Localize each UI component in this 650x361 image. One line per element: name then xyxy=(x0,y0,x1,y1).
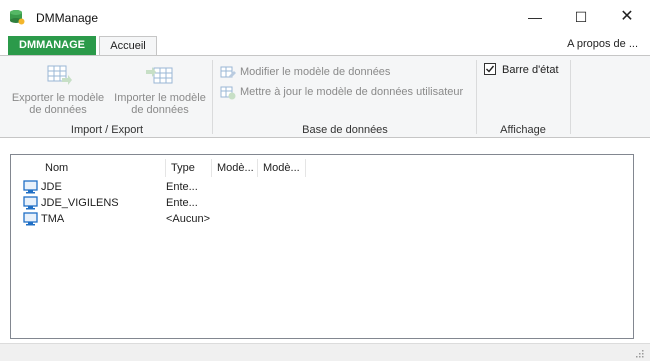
update-model-icon xyxy=(220,84,236,100)
computer-icon xyxy=(23,180,39,194)
title-bar: DMManage — ☐ ✕ xyxy=(0,0,650,34)
tab-dmmanage[interactable]: DMMANAGE xyxy=(8,36,96,55)
column-divider[interactable] xyxy=(305,159,306,177)
status-bar-label: Barre d'état xyxy=(502,64,559,76)
row-type: <Aucun> xyxy=(166,213,211,225)
group-label-display: Affichage xyxy=(500,124,546,136)
import-model-button[interactable]: Importer le modèle de données xyxy=(112,60,208,120)
ribbon-tab-strip: DMMANAGE Accueil A propos de ... xyxy=(0,34,650,55)
group-label-database: Base de données xyxy=(302,124,388,136)
group-separator xyxy=(570,60,571,134)
list-item[interactable]: JDE Ente... xyxy=(11,180,631,194)
update-user-model-button[interactable]: Mettre à jour le modèle de données utili… xyxy=(220,83,463,101)
row-name: JDE_VIGILENS xyxy=(41,197,119,209)
import-label-line1: Importer le modèle xyxy=(114,92,206,104)
row-name: JDE xyxy=(41,181,62,193)
about-link[interactable]: A propos de ... xyxy=(567,38,638,50)
status-bar-checkbox[interactable] xyxy=(484,63,496,75)
row-type: Ente... xyxy=(166,197,198,209)
export-model-button[interactable]: Exporter le modèle de données xyxy=(6,60,110,120)
computer-icon xyxy=(23,196,39,210)
row-type: Ente... xyxy=(166,181,198,193)
column-header-type[interactable]: Type xyxy=(165,159,211,177)
ribbon: Exporter le modèle de données Importer l… xyxy=(0,55,650,138)
main-content: Nom Type Modè... Modè... JDE Ente... JDE… xyxy=(0,138,650,343)
update-model-label: Mettre à jour le modèle de données utili… xyxy=(240,86,464,98)
export-label-line1: Exporter le modèle xyxy=(11,92,105,104)
list-item[interactable]: JDE_VIGILENS Ente... xyxy=(11,196,631,210)
minimize-button[interactable]: — xyxy=(512,0,558,34)
export-table-icon xyxy=(44,64,72,86)
group-separator xyxy=(212,60,213,134)
import-table-icon xyxy=(146,64,174,86)
model-list[interactable]: Nom Type Modè... Modè... JDE Ente... JDE… xyxy=(10,154,634,339)
group-separator xyxy=(476,60,477,134)
export-label-line2: de données xyxy=(29,104,87,116)
tab-accueil[interactable]: Accueil xyxy=(99,36,157,55)
resize-grip-icon[interactable] xyxy=(634,348,644,358)
import-label-line2: de données xyxy=(131,104,189,116)
modify-model-label: Modifier le modèle de données xyxy=(240,66,391,78)
status-bar xyxy=(0,343,650,361)
group-label-import-export: Import / Export xyxy=(70,124,144,136)
modify-model-icon xyxy=(220,64,236,80)
row-name: TMA xyxy=(41,213,65,225)
modify-model-button[interactable]: Modifier le modèle de données xyxy=(220,63,390,81)
close-button[interactable]: ✕ xyxy=(604,0,650,34)
column-header-model-1[interactable]: Modè... xyxy=(211,159,257,177)
list-item[interactable]: TMA <Aucun> xyxy=(11,212,631,226)
window-title: DMManage xyxy=(36,11,99,25)
computer-icon xyxy=(23,212,39,226)
column-header-name[interactable]: Nom xyxy=(39,159,165,177)
database-app-icon xyxy=(9,9,25,25)
status-bar-toggle[interactable]: Barre d'état xyxy=(484,62,559,78)
column-header-model-2[interactable]: Modè... xyxy=(257,159,305,177)
maximize-button[interactable]: ☐ xyxy=(558,0,604,34)
